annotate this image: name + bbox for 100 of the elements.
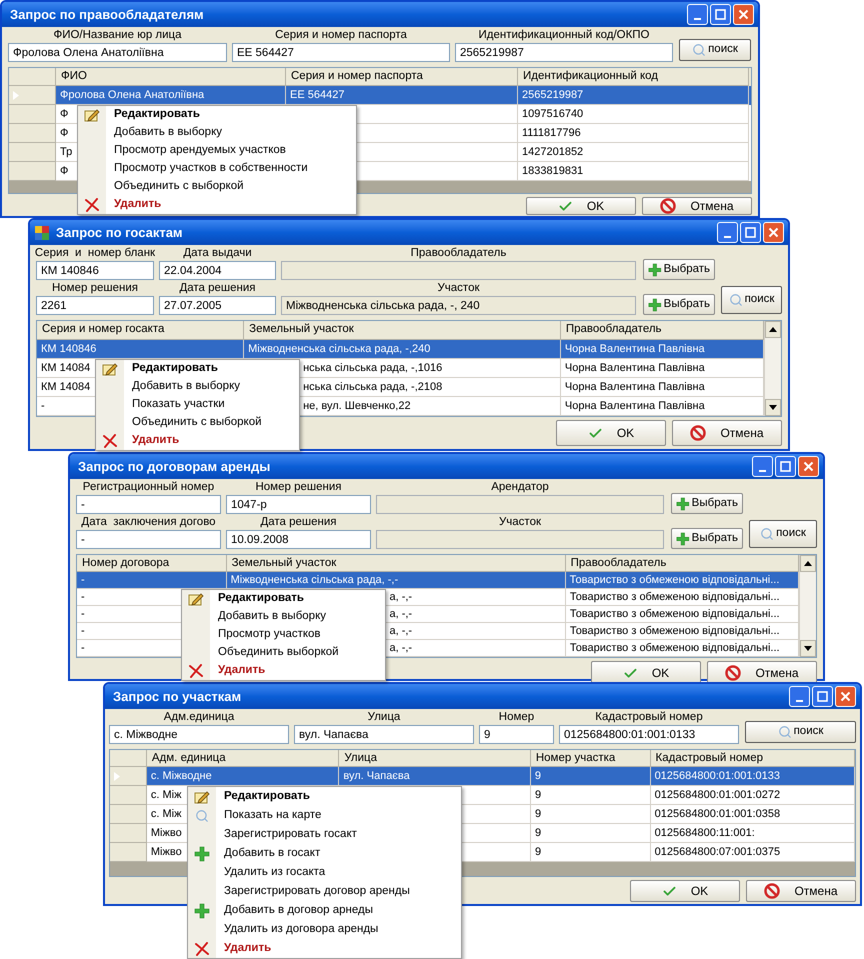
menu-item[interactable]: Редактировать (188, 787, 461, 806)
row-header[interactable] (9, 86, 56, 105)
close-button[interactable] (798, 456, 819, 477)
table-cell-text: Чорна Валентина Павлівна (564, 380, 705, 395)
field-label: Адм.единица (164, 710, 234, 725)
minimize-button[interactable] (752, 456, 773, 477)
search-button[interactable]: поиск (749, 520, 817, 548)
select-button[interactable]: Выбрать (643, 294, 715, 315)
input-field[interactable]: Міжводненська сільська рада, -, 240 (281, 296, 636, 315)
table-cell-text: - (41, 398, 45, 414)
table-cell-text: Ф (60, 126, 68, 141)
menu-item[interactable]: Добавить в госакт (188, 844, 461, 863)
table-cell-text: 0125684800:01:001:0133 (654, 768, 780, 784)
table-cell-text: Товариство з обмеженою відповідальні... (570, 572, 780, 588)
table-row[interactable]: Фролова Олена Анатоліївна ЕЕ 564427 2565219987 (9, 86, 751, 105)
minimize-button[interactable] (789, 686, 810, 707)
input-field[interactable]: вул. Чапаєва (294, 725, 474, 744)
search-button[interactable]: поиск (745, 721, 856, 743)
table-row[interactable]: КМ 140846 Міжводненська сільська рада, -,240 Чорна Валентина Павлівна (37, 340, 764, 359)
maximize-button[interactable] (775, 456, 796, 477)
input-field[interactable]: Фролова Олена Анатоліївна (8, 43, 227, 62)
input-field[interactable]: КМ 140846 (36, 261, 154, 280)
scrollbar[interactable] (764, 321, 781, 416)
menu-item[interactable]: Редактировать (182, 590, 385, 608)
plus-icon (194, 846, 210, 862)
input-field[interactable]: 2565219987 (455, 43, 673, 62)
row-header[interactable] (110, 767, 147, 786)
menu-item[interactable]: Просмотр участков в собственности (78, 160, 356, 178)
minimize-button[interactable] (687, 4, 708, 25)
menu-item[interactable]: Объединить с выборкой (96, 414, 299, 432)
table-cell-text: Ф (60, 106, 68, 122)
pencil-icon (188, 592, 204, 606)
menu-item[interactable]: Удалить (188, 939, 461, 958)
table-cell-text: - (81, 590, 85, 605)
menu-item[interactable]: Удалить из договора аренды (188, 920, 461, 939)
table-cell-text: а, -,- (389, 590, 412, 605)
table-row[interactable]: с. Міжводне вул. Чапаєва 9 0125684800:01:001:0133 (110, 767, 855, 786)
field-label: Участок (437, 281, 480, 296)
input-field[interactable]: 9 (479, 725, 554, 744)
table-row[interactable]: - Міжводненська сільська рада, -,- Товариство з обмеженою відповідальні... (77, 572, 799, 589)
cancel-button[interactable]: Отмена (642, 197, 752, 215)
input-field[interactable]: с. Міжводне (109, 725, 289, 744)
input-field[interactable]: 2261 (36, 296, 154, 315)
pencil-icon (84, 108, 100, 122)
pencil-icon (194, 790, 210, 804)
close-button[interactable] (835, 686, 856, 707)
menu-item[interactable]: Показать участки (96, 396, 299, 414)
menu-item[interactable]: Добавить в выборку (96, 378, 299, 396)
input-field[interactable] (376, 530, 664, 549)
table-cell-text: вул. Чапаєва (343, 768, 410, 784)
input-field[interactable]: ЕЕ 564427 (232, 43, 450, 62)
magnifier-icon (195, 808, 209, 822)
cancel-button[interactable]: Отмена (672, 420, 782, 446)
menu-item[interactable]: Удалить (182, 662, 385, 680)
menu-item[interactable]: Добавить в выборку (182, 608, 385, 626)
select-button[interactable]: Выбрать (671, 528, 743, 549)
table-cell-text: 1111817796 (522, 126, 581, 141)
maximize-button[interactable] (710, 4, 731, 25)
input-field[interactable] (281, 261, 636, 280)
search-button[interactable]: поиск (679, 39, 751, 61)
input-field[interactable]: 0125684800:01:001:0133 (559, 725, 739, 744)
table-cell-text: 1833819831 (522, 164, 584, 179)
menu-item[interactable]: Показать на карте (188, 806, 461, 825)
select-button[interactable]: Выбрать (643, 259, 715, 280)
input-field[interactable]: 10.09.2008 (226, 530, 371, 549)
menu-item[interactable]: Просмотр арендуемых участков (78, 142, 356, 160)
input-field[interactable]: - (76, 495, 221, 514)
input-field[interactable]: 22.04.2004 (159, 261, 276, 280)
menu-item[interactable]: Объединить с выборкой (78, 178, 356, 196)
ok-button[interactable]: OK (526, 197, 636, 215)
menu-item[interactable]: Добавить в договор арнеды (188, 901, 461, 920)
plus-icon (648, 296, 662, 312)
close-button[interactable] (733, 4, 754, 25)
input-field[interactable]: - (76, 530, 221, 549)
maximize-icon (817, 691, 828, 702)
input-field[interactable]: 27.07.2005 (159, 296, 276, 315)
menu-item[interactable]: Редактировать (78, 106, 356, 124)
cancel-button[interactable]: Отмена (746, 880, 856, 902)
minimize-button[interactable] (717, 222, 738, 243)
scrollbar[interactable] (799, 555, 816, 657)
menu-item[interactable]: Зарегистрировать договор аренды (188, 882, 461, 901)
menu-item[interactable]: Удалить из госакта (188, 863, 461, 882)
ok-button[interactable]: OK (556, 420, 666, 446)
maximize-button[interactable] (740, 222, 761, 243)
menu-item[interactable]: Добавить в выборку (78, 124, 356, 142)
menu-item[interactable]: Редактировать (96, 360, 299, 378)
ok-button[interactable]: OK (630, 880, 740, 902)
menu-item[interactable]: Удалить (78, 196, 356, 214)
table-cell-text: - (81, 606, 85, 622)
menu-item[interactable]: Зарегистрировать госакт (188, 825, 461, 844)
maximize-button[interactable] (812, 686, 833, 707)
row-pointer-icon (13, 90, 19, 100)
input-field[interactable]: 1047-р (226, 495, 371, 514)
search-button[interactable]: поиск (721, 286, 782, 314)
table-cell-text: а, -,- (389, 640, 412, 656)
window-title: Запрос по госактам (56, 224, 184, 242)
close-button[interactable] (763, 222, 784, 243)
input-field[interactable] (376, 495, 664, 514)
select-button[interactable]: Выбрать (671, 493, 743, 514)
menu-item[interactable]: Удалить (96, 432, 299, 450)
